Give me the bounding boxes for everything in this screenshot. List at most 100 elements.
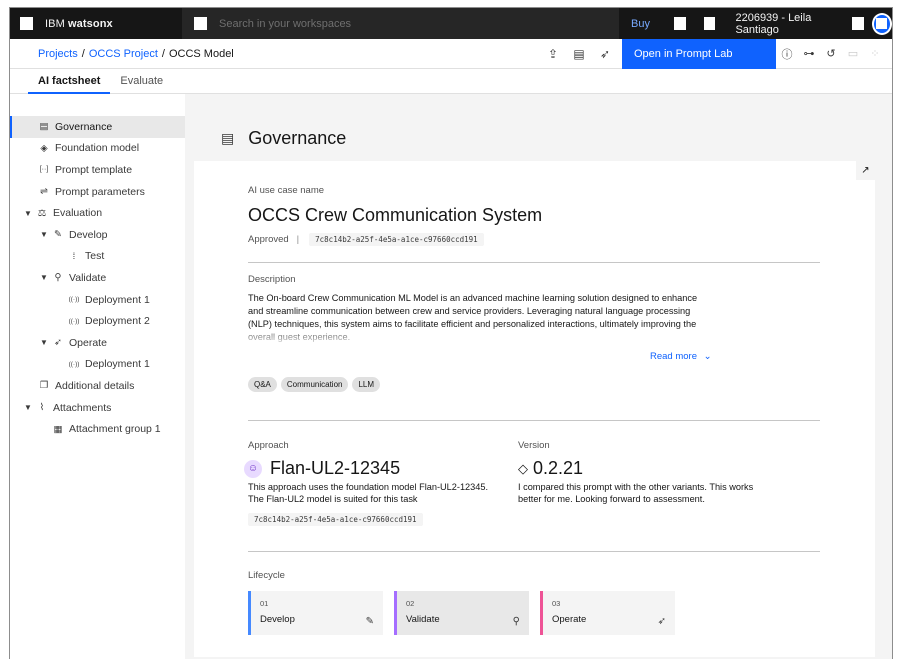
read-more-link[interactable]: Read more ⌄ xyxy=(650,351,712,362)
account-switcher[interactable]: 2206939 - Leila Santiago xyxy=(735,12,846,36)
sidebar-item-validate[interactable]: ▼ ⚲ Validate xyxy=(10,267,185,289)
sidebar-item-foundation-model[interactable]: ◈ Foundation model xyxy=(10,138,185,160)
version-description: I compared this prompt with the other va… xyxy=(518,482,754,504)
approach-label: Approach xyxy=(248,440,289,451)
lifecycle-stage-operate[interactable]: 03 Operate ➶ xyxy=(540,591,675,635)
sidebar-item-label: Attachment group 1 xyxy=(69,423,161,436)
lifecycle-stage-validate[interactable]: 02 Validate ⚲ xyxy=(394,591,529,635)
version-title: ◇ 0.2.21 xyxy=(518,458,583,479)
chevron-down-icon: ⌄ xyxy=(703,351,712,362)
sidebar-item-evaluation[interactable]: ▼ ⚖ Evaluation xyxy=(10,202,185,224)
app-window: IBM watsonx Search in your workspaces Bu… xyxy=(9,7,893,659)
tag-list: Q&A Communication LLM xyxy=(248,377,381,392)
approach-description: This approach uses the foundation model … xyxy=(248,482,489,504)
breadcrumb-project[interactable]: OCCS Project xyxy=(89,48,158,60)
sidebar-item-label: Test xyxy=(85,250,105,263)
stage-name: Operate xyxy=(552,614,587,625)
breadcrumb-current: OCCS Model xyxy=(168,47,234,60)
side-panel-toolbar: ⓘ ⊶ ↺ ▭ ⁘ xyxy=(776,46,886,62)
governance-card: ↗ AI use case name OCCS Crew Communicati… xyxy=(194,161,875,657)
sidebar-item-attachment-group-1[interactable]: ▦ Attachment group 1 xyxy=(10,418,185,440)
toolbar: ⇪ ▤ ➶ xyxy=(540,47,618,61)
buy-link[interactable]: Buy xyxy=(631,18,650,30)
sidebar-item-governance[interactable]: ▤ Governance xyxy=(10,116,185,138)
expand-icon[interactable]: ↗ xyxy=(856,161,875,180)
history-icon[interactable]: ↺ xyxy=(820,47,842,60)
notification-icon[interactable] xyxy=(673,17,686,30)
sidebar-item-label: Deployment 1 xyxy=(85,293,150,306)
sidebar: ▤ Governance ◈ Foundation model [··] Pro… xyxy=(10,94,185,659)
sidebar-item-validate-deployment-1[interactable]: ((·)) Deployment 1 xyxy=(10,289,185,311)
sidebar-item-label: Deployment 2 xyxy=(85,315,150,328)
sidebar-item-prompt-template[interactable]: [··] Prompt template xyxy=(10,159,185,181)
tab-ai-factsheet[interactable]: AI factsheet xyxy=(28,69,111,94)
sidebar-item-validate-deployment-2[interactable]: ((·)) Deployment 2 xyxy=(10,310,185,332)
stage-number: 02 xyxy=(406,599,415,608)
wrench-icon: ✎ xyxy=(365,616,374,627)
page-title: Governance xyxy=(248,128,347,148)
info-icon[interactable]: ⓘ xyxy=(776,46,798,62)
use-case-name: OCCS Crew Communication System xyxy=(248,205,543,225)
version-label: Version xyxy=(518,440,550,451)
sliders-icon: ⇌ xyxy=(40,186,48,198)
sidebar-item-prompt-parameters[interactable]: ⇌ Prompt parameters xyxy=(10,181,185,203)
sidebar-item-develop[interactable]: ▼ ✎ Develop xyxy=(10,224,185,246)
use-case-id-tag[interactable]: 7c8c14b2-a25f-4e5a-a1ce-c97660ccd191 xyxy=(309,233,484,246)
breadcrumb-bar: Projects / OCCS Project / OCCS Model ⇪ ▤ ➶ O… xyxy=(10,38,892,69)
chevron-down-icon[interactable]: ▼ xyxy=(38,338,50,347)
apps-icon[interactable]: ⁘ xyxy=(864,47,886,60)
sidebar-item-label: Additional details xyxy=(55,379,135,392)
scale-icon: ⚖ xyxy=(37,207,47,219)
tag[interactable]: Communication xyxy=(280,377,349,392)
divider: | xyxy=(296,234,300,245)
comment-icon[interactable]: ▭ xyxy=(842,47,864,60)
menu-icon[interactable] xyxy=(20,17,33,30)
chevron-down-icon[interactable]: ▼ xyxy=(22,403,34,412)
sidebar-item-label: Operate xyxy=(69,336,107,349)
open-in-prompt-lab-button[interactable]: Open in Prompt Lab xyxy=(622,38,776,69)
brand[interactable]: IBM watsonx xyxy=(10,8,182,39)
chevron-down-icon[interactable]: ▼ xyxy=(38,273,50,282)
description-text: The On-board Crew Communication ML Model… xyxy=(248,293,698,342)
sidebar-item-label: Develop xyxy=(69,228,108,241)
sidebar-item-operate[interactable]: ▼ ➶ Operate xyxy=(10,332,185,354)
main-content: ▤ Governance ↗ AI use case name OCCS Cre… xyxy=(185,94,892,659)
sidebar-item-attachments[interactable]: ▼ ⌇ Attachments xyxy=(10,397,185,419)
upload-icon[interactable]: ⇪ xyxy=(540,47,566,61)
sidebar-item-additional-details[interactable]: ❐ Additional details xyxy=(10,375,185,397)
report-icon[interactable]: ▤ xyxy=(566,47,592,61)
governance-icon: ▤ xyxy=(39,121,49,133)
robot-icon: ☺ xyxy=(244,459,262,478)
sidebar-item-operate-deployment-1[interactable]: ((·)) Deployment 1 xyxy=(10,354,185,376)
chevron-down-icon[interactable]: ▼ xyxy=(38,230,50,239)
breadcrumb-projects[interactable]: Projects xyxy=(38,48,78,60)
sidebar-item-test[interactable]: ⁞ Test xyxy=(10,246,185,268)
lifecycle-stage-develop[interactable]: 01 Develop ✎ xyxy=(248,591,383,635)
approach-id-tag[interactable]: 7c8c14b2-a25f-4e5a-a1ce-c97660ccd191 xyxy=(248,513,423,526)
tag[interactable]: LLM xyxy=(352,377,381,392)
version-icon: ◇ xyxy=(518,460,528,476)
broadcast-icon: ((·)) xyxy=(68,296,80,304)
chevron-down-icon[interactable] xyxy=(852,17,864,30)
details-icon: ❐ xyxy=(39,380,49,392)
breadcrumb-separator: / xyxy=(161,47,165,60)
search-icon xyxy=(194,17,207,30)
stamp-icon: ⚲ xyxy=(512,616,520,627)
search-bar[interactable]: Search in your workspaces xyxy=(182,8,619,39)
help-icon[interactable] xyxy=(703,17,716,30)
lineage-icon[interactable]: ⊶ xyxy=(798,47,820,60)
sidebar-item-label: Prompt parameters xyxy=(55,185,145,198)
tab-evaluate[interactable]: Evaluate xyxy=(110,69,173,94)
stamp-icon: ⚲ xyxy=(54,272,62,284)
avatar[interactable] xyxy=(871,12,892,35)
search-input[interactable]: Search in your workspaces xyxy=(219,18,351,30)
sidebar-item-label: Attachments xyxy=(53,401,112,414)
tag[interactable]: Q&A xyxy=(248,377,277,392)
divider xyxy=(248,262,820,263)
chevron-down-icon[interactable]: ▼ xyxy=(22,209,34,218)
broadcast-icon: ((·)) xyxy=(68,360,80,368)
lifecycle-label: Lifecycle xyxy=(248,570,285,581)
top-right-actions: Buy 2206939 - Leila Santiago xyxy=(619,8,892,39)
divider xyxy=(248,551,820,552)
deploy-icon[interactable]: ➶ xyxy=(592,47,618,61)
